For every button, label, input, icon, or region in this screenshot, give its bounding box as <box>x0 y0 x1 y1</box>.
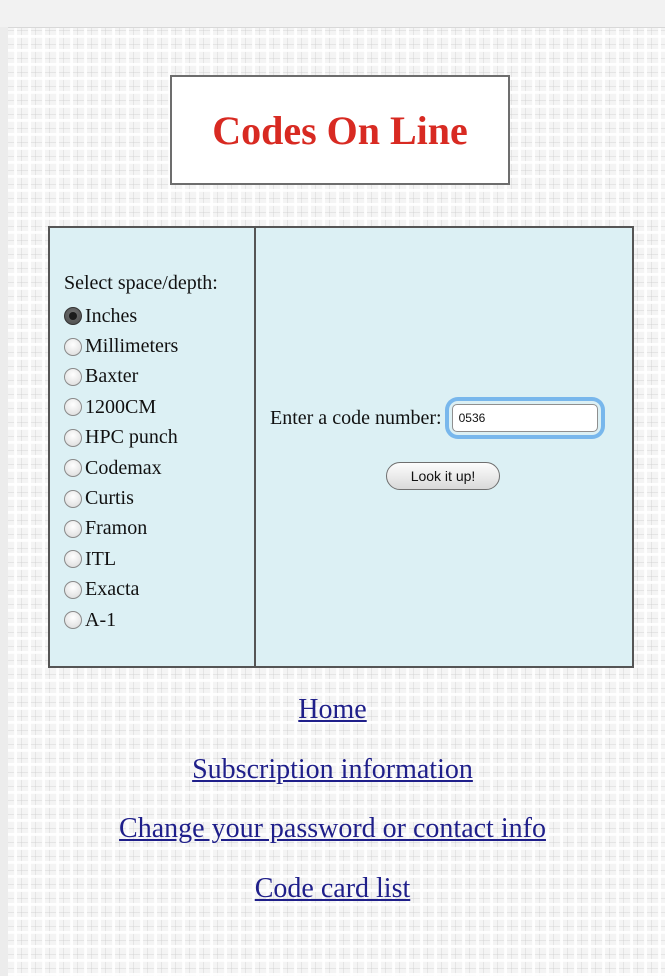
radio-baxter[interactable] <box>64 367 82 386</box>
option-label: Inches <box>85 304 138 327</box>
option-inches[interactable]: Inches <box>64 301 254 331</box>
option-exacta[interactable]: Exacta <box>64 575 254 605</box>
radio-codemax[interactable] <box>64 459 82 478</box>
page: Codes On Line Select space/depth: Inches… <box>0 0 665 976</box>
radio-inches-checked[interactable] <box>64 307 82 326</box>
option-a-1[interactable]: A-1 <box>64 605 254 635</box>
option-hpc-punch[interactable]: HPC punch <box>64 423 254 453</box>
option-label: Millimeters <box>85 335 179 358</box>
radio-curtis[interactable] <box>64 489 82 508</box>
option-label: ITL <box>85 547 117 570</box>
option-label: Framon <box>85 517 148 540</box>
link-code-card-list[interactable]: Code card list <box>0 867 665 927</box>
space-depth-column: Select space/depth: Inches Millimeters B… <box>50 228 256 666</box>
option-label: Baxter <box>85 365 139 388</box>
radio-hpc-punch[interactable] <box>64 428 82 447</box>
page-title: Codes On Line <box>212 107 468 153</box>
option-label: 1200CM <box>85 395 157 418</box>
code-number-input[interactable] <box>451 404 598 432</box>
radio-millimeters[interactable] <box>64 337 82 356</box>
option-1200cm[interactable]: 1200CM <box>64 392 254 422</box>
option-framon[interactable]: Framon <box>64 514 254 544</box>
radio-a-1[interactable] <box>64 611 82 630</box>
radio-itl[interactable] <box>64 550 82 569</box>
footer-links: Home Subscription information Change you… <box>0 688 665 926</box>
option-label: Codemax <box>85 456 162 479</box>
code-lookup-panel: Select space/depth: Inches Millimeters B… <box>48 226 634 668</box>
option-label: Curtis <box>85 487 134 510</box>
link-home[interactable]: Home <box>0 688 665 748</box>
radio-1200cm[interactable] <box>64 398 82 417</box>
option-label: Exacta <box>85 578 140 601</box>
code-number-label: Enter a code number: <box>270 406 442 429</box>
radio-framon[interactable] <box>64 519 82 538</box>
option-baxter[interactable]: Baxter <box>64 362 254 392</box>
link-subscription-information[interactable]: Subscription information <box>0 748 665 808</box>
code-entry-row: Enter a code number: <box>270 404 598 432</box>
option-millimeters[interactable]: Millimeters <box>64 331 254 361</box>
option-label: HPC punch <box>85 426 178 449</box>
title-box: Codes On Line <box>170 75 510 185</box>
radio-exacta[interactable] <box>64 580 82 599</box>
input-focus-ring <box>449 401 601 435</box>
select-space-depth-label: Select space/depth: <box>64 272 218 294</box>
option-curtis[interactable]: Curtis <box>64 483 254 513</box>
option-label: A-1 <box>85 608 117 631</box>
look-it-up-button[interactable]: Look it up! <box>386 462 500 490</box>
browser-top-strip <box>0 0 665 28</box>
option-codemax[interactable]: Codemax <box>64 453 254 483</box>
link-change-password-or-contact-info[interactable]: Change your password or contact info <box>0 807 665 867</box>
code-entry-column: Enter a code number: Look it up! <box>256 228 632 666</box>
option-itl[interactable]: ITL <box>64 544 254 574</box>
